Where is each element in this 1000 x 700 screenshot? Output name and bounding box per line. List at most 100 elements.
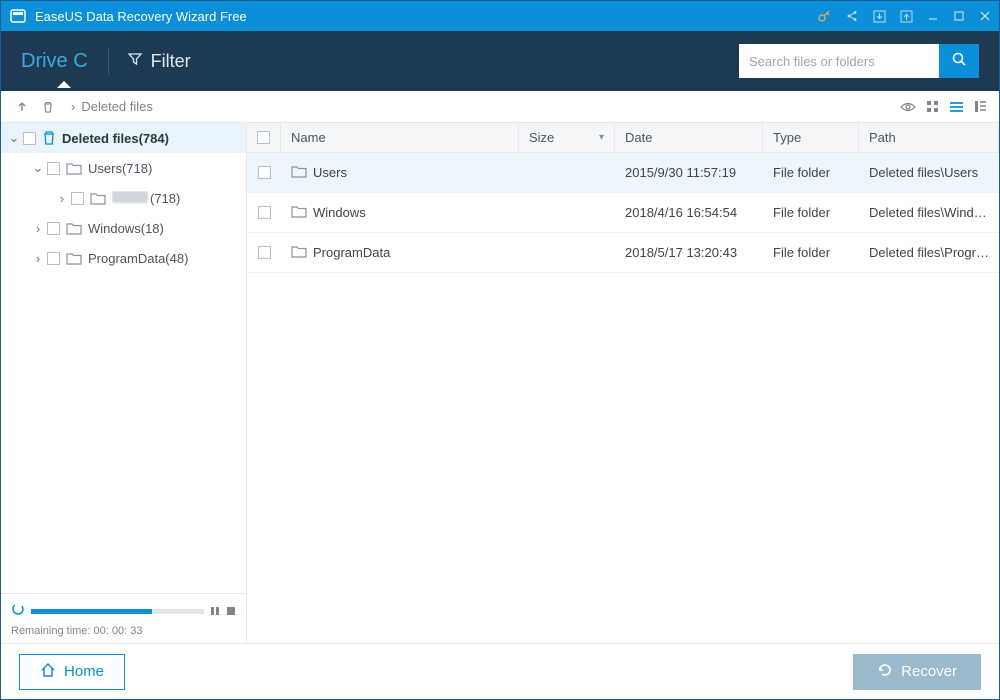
breadcrumb-bar: › Deleted files [1,91,999,123]
bottom-bar: Home Recover [1,643,999,699]
chevron-icon[interactable]: › [55,191,69,206]
drive-label: Drive C [21,50,88,72]
file-list-header: Name Size▾ Date Type Path [247,123,999,153]
row-type: File folder [763,245,859,260]
search-input[interactable] [739,44,939,78]
search-icon [951,51,967,72]
close-button[interactable] [979,10,991,22]
tree-item-label: Windows(18) [88,221,164,236]
column-date[interactable]: Date [615,123,763,152]
home-icon [40,662,56,682]
app-icon [9,7,27,25]
folder-icon [66,162,82,175]
grid-view-icon[interactable] [926,100,939,113]
recover-icon [877,662,893,682]
tree-item-label: (718) [112,191,180,206]
tree-item-label: Users(718) [88,161,152,176]
tree-checkbox[interactable] [47,252,60,265]
title-bar: EaseUS Data Recovery Wizard Free [1,1,999,31]
chevron-icon[interactable]: ⌄ [7,130,21,146]
delete-button[interactable] [39,98,57,116]
folder-icon [66,222,82,235]
column-size[interactable]: Size▾ [519,123,615,152]
up-button[interactable] [13,98,31,116]
select-all-checkbox[interactable] [247,123,281,152]
tree-item[interactable]: ⌄ Users(718) [1,153,246,183]
tree-checkbox[interactable] [47,222,60,235]
chevron-icon[interactable]: › [31,221,45,236]
chevron-icon[interactable]: ⌄ [31,160,45,176]
tree-checkbox[interactable] [47,162,60,175]
drive-tab[interactable]: Drive C [21,50,108,73]
tree-item[interactable]: › (718) [1,183,246,213]
detail-view-icon[interactable] [974,100,987,113]
row-checkbox[interactable] [247,246,281,259]
tree-checkbox[interactable] [71,192,84,205]
file-row[interactable]: ProgramData 2018/5/17 13:20:43File folder… [247,233,999,273]
tree-item[interactable]: › Windows(18) [1,213,246,243]
progress-bar [31,609,204,614]
row-checkbox[interactable] [247,206,281,219]
folder-icon [291,165,307,181]
minimize-button[interactable] [927,10,939,22]
key-icon[interactable] [817,9,831,23]
column-type[interactable]: Type [763,123,859,152]
main-area: ⌄ Deleted files(784) ⌄ Users(718) › (718) › Win… [1,123,999,643]
file-list: Name Size▾ Date Type Path Users 2015/9/30… [247,123,999,643]
scan-progress-footer: Remaining time: 00: 00: 33 [1,593,246,643]
folder-icon [291,245,307,261]
recover-label: Recover [901,663,957,680]
scan-spinner-icon [11,602,25,621]
search [739,44,979,78]
toolbar-separator [108,47,109,75]
row-checkbox[interactable] [247,166,281,179]
row-date: 2018/5/17 13:20:43 [615,245,763,260]
breadcrumb-path[interactable]: Deleted files [81,99,153,114]
row-type: File folder [763,165,859,180]
file-row[interactable]: Windows 2018/4/16 16:54:54File folderDele… [247,193,999,233]
row-date: 2018/4/16 16:54:54 [615,205,763,220]
home-label: Home [64,663,104,680]
trash-icon [42,130,56,146]
folder-tree: ⌄ Deleted files(784) ⌄ Users(718) › (718) › Win… [1,123,247,643]
column-path[interactable]: Path [859,123,999,152]
row-path: Deleted files\Progra... [859,245,999,260]
row-name: Users [281,165,519,181]
row-type: File folder [763,205,859,220]
tree-checkbox[interactable] [23,132,36,145]
home-button[interactable]: Home [19,654,125,690]
tree-item[interactable]: ⌄ Deleted files(784) [1,123,246,153]
recover-button[interactable]: Recover [853,654,981,690]
share-icon[interactable] [845,9,859,23]
window-controls [817,9,991,23]
export-icon[interactable] [900,10,913,23]
stop-button[interactable] [226,603,236,621]
search-button[interactable] [939,44,979,78]
app-title: EaseUS Data Recovery Wizard Free [35,9,817,24]
chevron-icon[interactable]: › [31,251,45,266]
maximize-button[interactable] [953,10,965,22]
row-date: 2015/9/30 11:57:19 [615,165,763,180]
row-name: Windows [281,205,519,221]
tree-item[interactable]: ›ProgramData(48) [1,243,246,273]
sort-caret-icon: ▾ [599,132,604,143]
filter-label: Filter [151,51,191,72]
filter-button[interactable]: Filter [127,51,191,72]
file-row[interactable]: Users 2015/9/30 11:57:19File folderDelete… [247,153,999,193]
column-name[interactable]: Name [281,123,519,152]
import-icon[interactable] [873,10,886,23]
row-path: Deleted files\Users [859,165,999,180]
list-view-icon[interactable] [949,101,964,113]
folder-icon [90,192,106,205]
row-path: Deleted files\Windo... [859,205,999,220]
tree-item-label: Deleted files(784) [62,131,169,146]
toolbar: Drive C Filter [1,31,999,91]
folder-icon [66,252,82,265]
pause-button[interactable] [210,603,220,621]
row-name: ProgramData [281,245,519,261]
breadcrumb-sep: › [71,99,75,114]
view-mode-group [900,100,987,113]
folder-icon [291,205,307,221]
remaining-time-label: Remaining time: 00: 00: 33 [11,625,236,637]
preview-toggle-icon[interactable] [900,101,916,113]
